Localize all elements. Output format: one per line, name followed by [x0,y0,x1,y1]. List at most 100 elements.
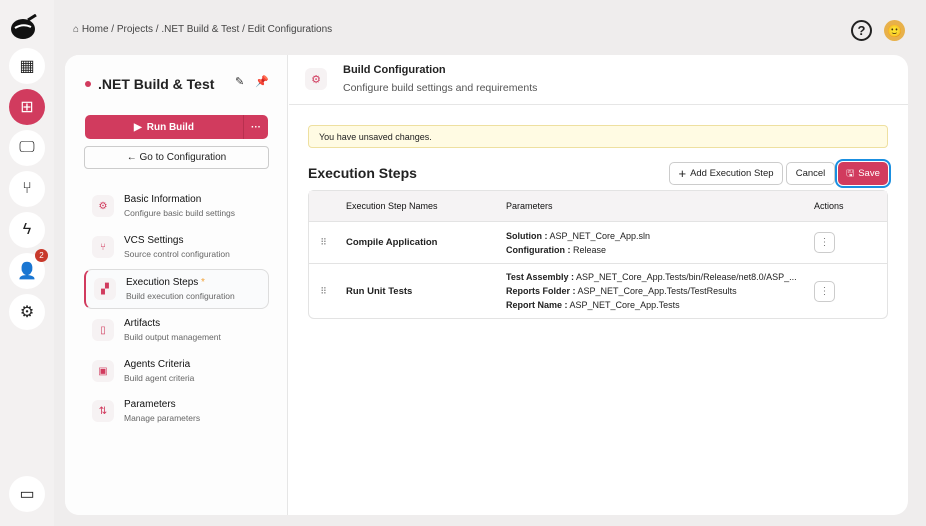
param-line: Configuration : Release [506,243,806,257]
param-key: Configuration : [506,244,571,255]
more-vertical-icon: ⋮ [819,285,830,297]
status-dot [85,81,91,87]
breadcrumb: ⌂ Home / Projects / .NET Build & Test / … [73,24,333,35]
rail-triggers-button[interactable]: ϟ [9,212,45,248]
nav-title: Basic Information [124,194,202,205]
nav-artifacts[interactable]: ▯ Artifacts Build output management [84,310,269,350]
param-key: Report Name : [506,300,568,310]
drag-handle-icon[interactable]: ⠿ [309,264,338,318]
user-avatar[interactable]: 🙂 [884,20,905,41]
save-button[interactable]: 🖫 Save [835,159,891,188]
branch-icon: ⑂ [22,180,32,197]
content-title: Build Configuration [343,64,446,76]
breadcrumb-current: Edit Configurations [247,24,333,35]
row-actions-button[interactable]: ⋮ [814,280,835,302]
file-icon: ▯ [92,319,114,341]
nav-parameters[interactable]: ⇅ Parameters Manage parameters [84,391,269,431]
table-row: ⠿ Run Unit Tests Test Assembly : ASP_NET… [309,264,887,318]
param-line: Solution : ASP_NET_Core_App.sln [506,229,806,243]
content-subtitle: Configure build settings and requirement… [343,82,538,94]
param-value: ASP_NET_Core_App.sln [549,230,651,241]
more-vertical-icon: ⋮ [819,237,830,248]
param-value: ASP_NET_Core_App.Tests [569,300,680,310]
nav-subtitle: Build output management [124,332,221,342]
breadcrumb-home[interactable]: Home [82,24,109,35]
run-options-button[interactable]: ··· [244,115,268,139]
nav-subtitle: Configure basic build settings [124,208,236,218]
column-header-parameters: Parameters [498,191,806,222]
agent-icon: ▣ [92,360,114,382]
param-key: Reports Folder : [506,286,576,296]
param-line: Reports Folder : ASP_NET_Core_App.Tests/… [506,284,806,298]
param-value: ASP_NET_Core_App.Tests/bin/Release/net8.… [576,272,797,282]
notification-badge: 2 [35,249,48,262]
lightning-icon: ϟ [22,221,32,238]
pin-icon[interactable]: 📌 [255,75,269,88]
add-execution-step-button[interactable]: + Add Execution Step [669,162,783,185]
nav-title: Parameters [124,399,176,410]
step-name: Run Unit Tests [346,285,413,297]
table-row: ⠿ Compile Application Solution : ASP_NET… [309,222,887,264]
rail-dashboard-button[interactable]: ▦ [9,48,45,84]
execution-steps-table: Execution Step Names Parameters Actions … [308,190,888,319]
add-step-label: Add Execution Step [690,168,774,179]
run-build-button[interactable]: ▶ Run Build [85,115,244,139]
breadcrumb-project[interactable]: .NET Build & Test [161,24,239,35]
home-icon: ⌂ [73,24,80,35]
sliders-icon: ⇅ [92,400,114,422]
save-label: Save [858,168,880,179]
param-value: ASP_NET_Core_App.Tests/TestResults [577,286,737,296]
nav-subtitle: Build agent criteria [124,373,195,383]
row-actions-button[interactable]: ⋮ [814,232,835,253]
modified-indicator: * [201,277,205,288]
main-panel: .NET Build & Test ✎ 📌 ▶ Run Build ··· ← G… [65,55,908,515]
drag-handle-icon[interactable]: ⠿ [309,222,338,264]
param-value: Release [573,244,607,255]
column-header-names: Execution Step Names [338,191,498,222]
column-header-actions: Actions [806,191,887,222]
run-build-group: ▶ Run Build ··· [85,115,268,139]
go-to-configuration-button[interactable]: ← Go to Configuration [84,146,269,169]
nav-agents-criteria[interactable]: ▣ Agents Criteria Build agent criteria [84,351,269,391]
sidebar-toggle-icon: ▭ [19,486,35,503]
gear-icon: ⚙ [19,304,35,321]
nav-basic-information[interactable]: ⚙ Basic Information Configure basic build … [84,186,269,226]
rail-projects-button[interactable]: ⊞ [9,89,45,125]
rail-vcs-button[interactable]: ⑂ [9,171,45,207]
param-line: Test Assembly : ASP_NET_Core_App.Tests/b… [506,270,806,284]
breadcrumb-projects[interactable]: Projects [117,24,153,35]
help-icon: ? [857,23,866,38]
help-button[interactable]: ? [851,20,872,41]
nav-execution-steps[interactable]: ▞ Execution Steps * Build execution config… [84,269,269,309]
nav-title: Agents Criteria [124,359,191,370]
section-title: Execution Steps [308,165,417,181]
unsaved-changes-notice: You have unsaved changes. [308,125,888,148]
left-rail: ▦ ⊞ 🖵 ⑂ ϟ 👤 2 ⚙ ▭ [0,0,54,526]
config-sidebar: .NET Build & Test ✎ 📌 ▶ Run Build ··· ← G… [65,55,288,515]
rail-collapse-button[interactable]: ▭ [9,476,45,512]
rail-agents-button[interactable]: 🖵 [9,130,45,166]
drag-column-header [309,191,338,222]
layout-icon: ▦ [19,58,35,75]
gear-icon: ⚙ [305,68,327,90]
nav-subtitle: Manage parameters [124,413,201,423]
param-key: Test Assembly : [506,272,575,282]
steps-icon: ▞ [94,278,116,300]
run-build-label: Run Build [146,121,194,133]
monitor-icon: 🖵 [19,139,35,156]
nav-subtitle: Build execution configuration [126,291,235,301]
cancel-button[interactable]: Cancel [786,162,835,185]
app-logo [11,14,37,39]
project-name: .NET Build & Test [98,76,215,92]
nav-vcs-settings[interactable]: ⑂ VCS Settings Source control configuratio… [84,227,269,267]
edit-icon[interactable]: ✎ [235,75,244,88]
save-icon: 🖫 [846,167,855,179]
play-icon: ▶ [134,121,142,133]
nav-subtitle: Source control configuration [124,249,230,259]
rail-settings-button[interactable]: ⚙ [9,294,45,330]
rail-users-button[interactable]: 👤 2 [9,249,48,289]
user-settings-icon: 👤 [17,263,37,280]
project-title: .NET Build & Test [85,76,214,92]
grid-icon: ⊞ [20,99,34,116]
nav-title: Artifacts [124,318,161,329]
